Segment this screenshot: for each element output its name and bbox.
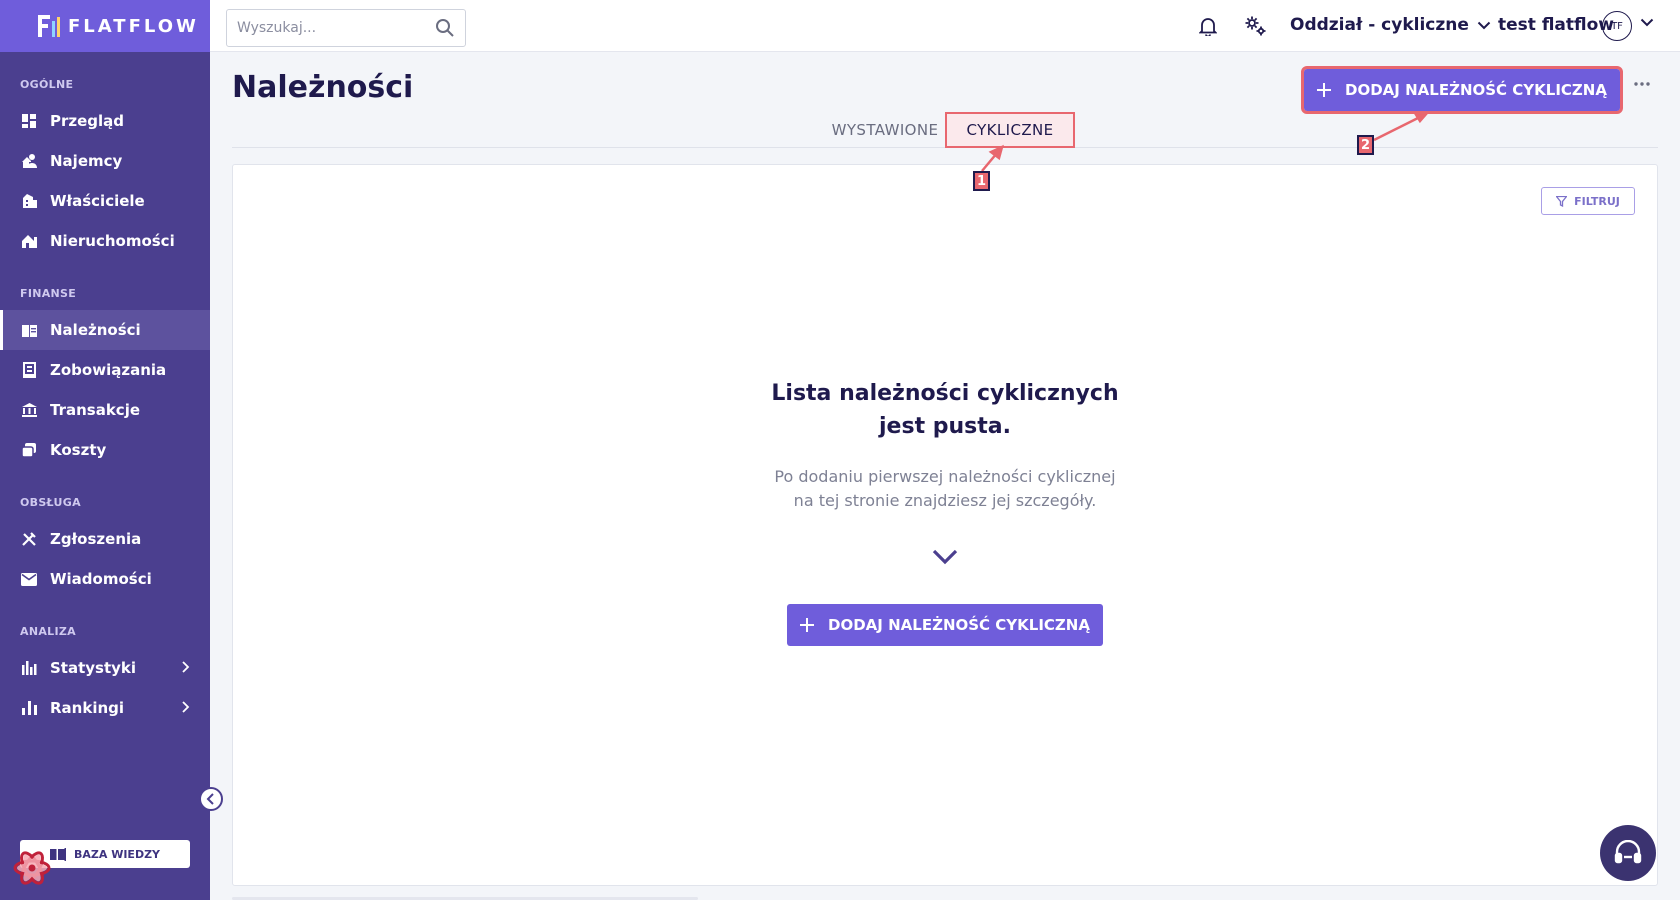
user-menu-chevron-icon[interactable] [1640,18,1654,27]
filter-button[interactable]: FILTRUJ [1541,187,1635,215]
add-recurring-receivable-button[interactable]: DODAJ NALEŻNOŚĆ CYKLICZNĄ [1301,66,1623,114]
empty-state-description: Po dodaniu pierwszej należności cykliczn… [233,465,1657,513]
sidebar-item-label: Najemcy [50,152,123,170]
bank-icon [20,401,38,419]
sidebar-item-properties[interactable]: Nieruchomości [0,221,210,261]
sidebar-collapse-button[interactable] [199,787,223,811]
book-icon [49,847,66,861]
add-recurring-receivable-button[interactable]: DODAJ NALEŻNOŚĆ CYKLICZNĄ [787,604,1103,646]
plus-icon [1317,83,1332,97]
empty-state-title: Lista należności cyklicznych jest pusta. [233,377,1657,443]
page-title: Należności [232,70,414,105]
empty-sub-line: na tej stronie znajdziesz jej szczegóły. [793,491,1097,510]
costs-icon [20,441,38,459]
tab-bar: WYSTAWIONE CYKLICZNE [232,110,1658,148]
user-name[interactable]: test flatflow [1498,15,1614,35]
liabilities-icon [20,361,38,379]
sidebar-item-label: Nieruchomości [50,232,175,250]
topbar: Oddział - cykliczne test flatflow TF [210,0,1680,52]
sidebar-item-receivables[interactable]: Należności [0,310,210,350]
sidebar-item-owners[interactable]: Właściciele [0,181,210,221]
sidebar-item-label: Przegląd [50,112,125,130]
add-button-label: DODAJ NALEŻNOŚĆ CYKLICZNĄ [828,616,1090,634]
sidebar-item-tickets[interactable]: Zgłoszenia [0,519,210,559]
section-label-service: OBSŁUGA [20,496,81,509]
flatflow-logo-icon [38,15,60,37]
support-chat-button[interactable] [1600,825,1656,881]
knowledge-base-label: BAZA WIEDZY [73,847,161,861]
sidebar-item-overview[interactable]: Przegląd [0,101,210,141]
search-icon[interactable] [435,18,455,38]
chevron-left-icon [206,793,214,805]
sidebar-item-transactions[interactable]: Transakcje [0,390,210,430]
sidebar-item-label: Statystyki [50,659,137,677]
more-options-icon[interactable] [1634,82,1650,86]
receivables-icon [20,321,38,339]
sidebar-item-tenants[interactable]: Najemcy [0,141,210,181]
annotation-badge-2: 2 [1357,135,1374,155]
search-box[interactable] [226,9,466,47]
sidebar-item-label: Transakcje [50,401,141,419]
section-label-finance: FINANSE [20,287,77,300]
brand-name: FLATFLOW [68,15,199,37]
empty-title-line: Lista należności cyklicznych [771,381,1119,406]
sidebar-item-label: Zobowiązania [50,361,167,379]
mail-icon [20,570,38,588]
sidebar-item-label: Rankingi [50,699,125,717]
sidebar-item-rankings[interactable]: Rankingi [0,688,210,728]
bell-icon[interactable] [1199,16,1217,36]
sidebar-item-costs[interactable]: Koszty [0,430,210,470]
section-label-general: OGÓLNE [20,78,74,91]
empty-title-line: jest pusta. [879,414,1011,439]
plus-icon [800,618,815,632]
logo[interactable]: FLATFLOW [0,0,210,52]
property-icon [20,232,38,250]
react-devtools-icon[interactable] [12,848,52,888]
section-label-analysis: ANALIZA [20,625,76,638]
add-button-label: DODAJ NALEŻNOŚĆ CYKLICZNĄ [1345,81,1607,99]
dashboard-icon [20,112,38,130]
tab-issued[interactable]: WYSTAWIONE [822,112,948,148]
ranking-icon [20,699,38,717]
receivables-card: FILTRUJ Lista należności cyklicznych jes… [232,164,1658,886]
sidebar-item-messages[interactable]: Wiadomości [0,559,210,599]
branch-label: Oddział - cykliczne [1290,15,1469,35]
gears-icon[interactable] [1244,15,1268,37]
sidebar-item-label: Właściciele [50,192,145,210]
tools-icon [20,530,38,548]
chevron-down-icon [1477,21,1491,29]
sidebar-item-label: Koszty [50,441,107,459]
filter-label: FILTRUJ [1574,194,1620,208]
annotation-badge-1: 1 [973,171,990,191]
owners-icon [20,192,38,210]
branch-selector[interactable]: Oddział - cykliczne [1290,15,1491,35]
tab-recurring[interactable]: CYKLICZNE [945,112,1075,148]
empty-sub-line: Po dodaniu pierwszej należności cykliczn… [774,467,1116,486]
sidebar-item-statistics[interactable]: Statystyki [0,648,210,688]
chevron-right-icon [182,661,190,673]
sidebar-item-label: Należności [50,321,141,339]
search-input[interactable] [237,20,435,36]
headset-icon [1614,840,1642,864]
sidebar-item-label: Wiadomości [50,570,152,588]
sidebar-item-label: Zgłoszenia [50,530,142,548]
chevron-down-icon [932,549,958,565]
tenants-icon [20,152,38,170]
chevron-right-icon [182,701,190,713]
filter-icon [1556,195,1568,207]
stats-icon [20,659,38,677]
sidebar: FLATFLOW OGÓLNE Przegląd Najemcy Właścic… [0,0,210,900]
sidebar-item-liabilities[interactable]: Zobowiązania [0,350,210,390]
avatar[interactable]: TF [1602,11,1632,41]
